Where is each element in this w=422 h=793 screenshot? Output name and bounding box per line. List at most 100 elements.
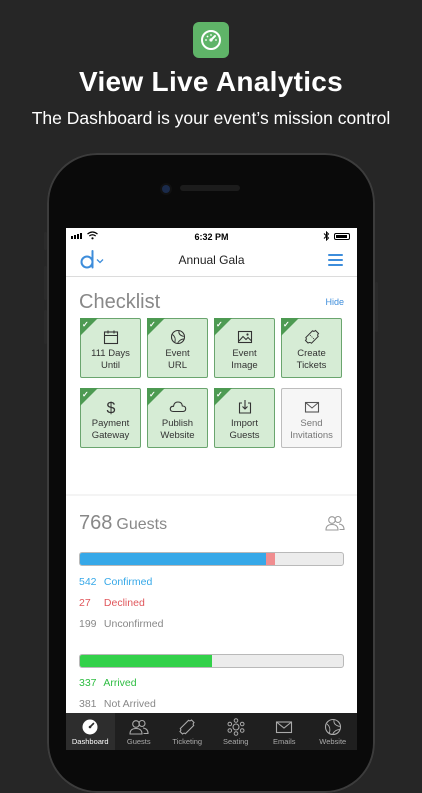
nav-bar: Annual Gala xyxy=(66,246,357,277)
volume-down-button xyxy=(44,310,47,344)
cloud-icon xyxy=(169,401,186,413)
arrival-progress-bar xyxy=(79,654,344,668)
unconfirmed-label: Unconfirmed xyxy=(103,618,164,630)
tab-website[interactable]: Website xyxy=(309,713,358,750)
mute-switch xyxy=(44,232,47,250)
tab-label: Seating xyxy=(223,737,249,746)
tile-label-line1: Payment xyxy=(91,418,130,429)
checklist-item-payment-gateway[interactable]: ✓ $ Payment Gateway xyxy=(80,388,141,448)
ticket-icon xyxy=(304,329,319,344)
tile-label-line2: Image xyxy=(231,359,258,371)
not-arrived-label: Not Arrived xyxy=(103,698,156,710)
people-icon[interactable] xyxy=(325,515,345,531)
guest-total-label: Guests xyxy=(116,516,168,533)
confirmed-label: Confirmed xyxy=(103,576,153,588)
tile-label-line1: Create xyxy=(297,348,326,359)
unconfirmed-count: 199 xyxy=(79,618,97,630)
calendar-icon xyxy=(103,330,118,345)
declined-stat: 27 Declined xyxy=(79,597,145,609)
checklist-item-publish-website[interactable]: ✓ Publish Website xyxy=(147,388,208,448)
envelope-icon xyxy=(304,401,319,413)
earpiece-speaker xyxy=(180,185,240,191)
check-icon: ✓ xyxy=(149,390,156,399)
rsvp-progress-bar xyxy=(79,552,344,566)
checklist-item-send-invitations[interactable]: Send Invitations xyxy=(281,388,342,448)
guest-total-count: 768 xyxy=(79,512,113,534)
tile-label-line1: Import xyxy=(231,418,258,429)
status-time: 6:32 PM xyxy=(194,232,229,242)
app-screen: 6:32 PM Annual Gala Checklist Hide ✓ 111… xyxy=(66,228,357,750)
tab-bar: Dashboard Guests Ticketing Seating Email… xyxy=(66,713,357,750)
confirmed-count: 542 xyxy=(79,576,97,588)
globe-icon xyxy=(324,718,341,736)
confirmed-stat: 542 Confirmed xyxy=(79,576,152,588)
not-arrived-count: 381 xyxy=(79,698,97,710)
check-icon: ✓ xyxy=(216,320,223,329)
checklist-item-days-until[interactable]: ✓ 111 Days Until xyxy=(80,318,141,378)
tab-seating[interactable]: Seating xyxy=(212,713,261,750)
tab-label: Guests xyxy=(126,737,151,746)
arrived-count: 337 xyxy=(79,677,97,689)
arrived-label: Arrived xyxy=(103,677,137,689)
tile-label-line2: Guests xyxy=(229,429,260,441)
tab-label: Dashboard xyxy=(71,737,109,746)
tab-guests[interactable]: Guests xyxy=(115,713,164,750)
speedometer-icon xyxy=(82,719,98,735)
promo-subtitle: The Dashboard is your event’s mission co… xyxy=(31,108,391,128)
speedometer-icon xyxy=(193,22,229,58)
checklist-item-event-url[interactable]: ✓ Event URL xyxy=(147,318,208,378)
tab-label: Ticketing xyxy=(172,737,203,746)
tile-label-line2: Invitations xyxy=(290,429,333,441)
ticket-icon xyxy=(179,719,196,735)
tab-dashboard[interactable]: Dashboard xyxy=(66,713,115,750)
tile-label-line1: Event xyxy=(232,348,257,359)
declined-segment xyxy=(265,553,275,565)
promo-title: View Live Analytics xyxy=(78,66,344,97)
tile-label-line2: Website xyxy=(160,429,195,441)
tile-label-line2: Gateway xyxy=(91,429,130,441)
tile-label-line1: 111 Days xyxy=(91,348,130,359)
power-button xyxy=(375,282,378,332)
tab-label: Emails xyxy=(272,737,296,746)
check-icon: ✓ xyxy=(82,390,89,399)
dollar-icon: $ xyxy=(106,400,115,415)
tile-label-line1: Publish xyxy=(161,418,194,429)
checklist-item-create-tickets[interactable]: ✓ Create Tickets xyxy=(281,318,342,378)
seating-icon xyxy=(227,718,245,736)
not-arrived-stat: 381 Not Arrived xyxy=(79,698,156,710)
hide-checklist-link[interactable]: Hide xyxy=(325,297,344,307)
tile-label-line2: URL xyxy=(167,359,187,371)
globe-icon xyxy=(170,329,185,345)
checklist-item-import-guests[interactable]: ✓ Import Guests xyxy=(214,388,275,448)
check-icon: ✓ xyxy=(149,320,156,329)
tab-ticketing[interactable]: Ticketing xyxy=(163,713,212,750)
check-icon: ✓ xyxy=(82,320,89,329)
guest-total: 768 Guests xyxy=(79,512,167,535)
tile-label-line2: Tickets xyxy=(296,359,327,371)
tab-label: Website xyxy=(319,737,347,746)
hamburger-menu-icon[interactable] xyxy=(328,254,343,269)
front-camera xyxy=(162,185,170,193)
envelope-icon xyxy=(276,721,293,734)
tab-emails[interactable]: Emails xyxy=(260,713,309,750)
tile-label-line1: Send xyxy=(300,418,323,429)
unconfirmed-stat: 199 Unconfirmed xyxy=(79,618,163,630)
arrived-segment xyxy=(80,655,212,667)
declined-label: Declined xyxy=(103,597,145,609)
status-bar: 6:32 PM xyxy=(66,228,357,246)
svg-text:$: $ xyxy=(106,400,115,415)
checklist-item-event-image[interactable]: ✓ Event Image xyxy=(214,318,275,378)
battery-icon xyxy=(334,233,350,240)
volume-up-button xyxy=(44,266,47,300)
people-icon xyxy=(129,719,149,735)
arrived-stat: 337 Arrived xyxy=(79,677,137,689)
event-title: Annual Gala xyxy=(178,253,245,267)
confirmed-segment xyxy=(80,553,266,565)
bluetooth-icon xyxy=(323,231,330,241)
check-icon: ✓ xyxy=(216,390,223,399)
guests-card: 768 Guests 542 Confirmed 27 Declined 199 … xyxy=(66,496,357,750)
checklist-card: Checklist Hide ✓ 111 Days Until ✓ Event xyxy=(66,277,357,494)
import-icon xyxy=(238,400,251,414)
image-icon xyxy=(237,330,252,344)
tile-label-line2: Until xyxy=(100,359,120,371)
